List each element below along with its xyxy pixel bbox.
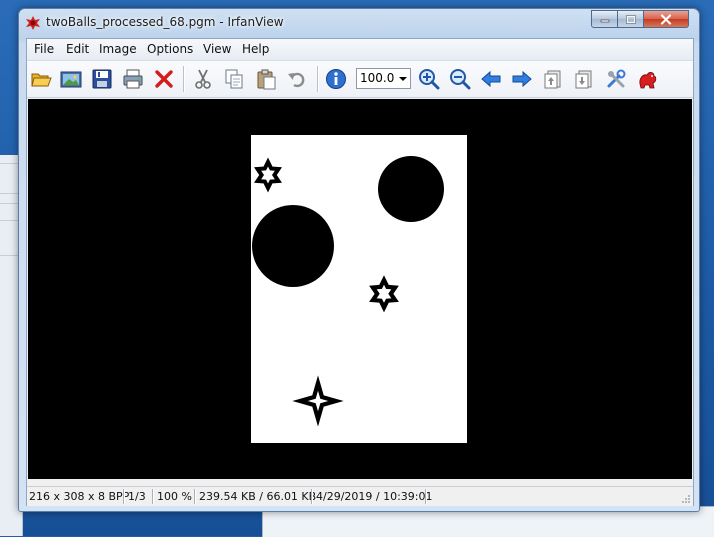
toolbar-separator bbox=[317, 66, 318, 92]
maximize-icon bbox=[625, 14, 636, 24]
client-area: File Edit Image Options View Help 100.0 … bbox=[26, 38, 694, 506]
four-point-star-shape bbox=[292, 375, 344, 427]
status-separator bbox=[311, 489, 312, 504]
cut-icon bbox=[195, 69, 211, 89]
info-icon bbox=[326, 69, 346, 89]
next-icon bbox=[512, 70, 532, 88]
status-dimensions: 216 x 308 x 8 BPP bbox=[29, 490, 130, 503]
zoom-in-button[interactable] bbox=[417, 67, 441, 91]
menu-options[interactable]: Options bbox=[147, 42, 193, 56]
info-button[interactable] bbox=[324, 67, 348, 91]
undo-button[interactable] bbox=[285, 67, 309, 91]
close-button[interactable] bbox=[643, 10, 689, 28]
toolbar: 100.0 bbox=[27, 61, 693, 98]
undo-icon bbox=[288, 72, 305, 88]
menu-image[interactable]: Image bbox=[99, 42, 137, 56]
menu-edit[interactable]: Edit bbox=[66, 42, 89, 56]
cut-button[interactable] bbox=[191, 67, 215, 91]
settings-button[interactable] bbox=[604, 67, 628, 91]
zoom-in-icon bbox=[419, 69, 440, 90]
settings-icon bbox=[607, 69, 626, 88]
slideshow-button[interactable] bbox=[59, 67, 83, 91]
small-star-shape bbox=[254, 157, 282, 193]
irfanview-logo-button[interactable] bbox=[635, 67, 659, 91]
delete-icon bbox=[155, 70, 173, 88]
print-icon bbox=[123, 69, 143, 89]
slideshow-icon bbox=[60, 71, 82, 88]
chevron-down-icon[interactable] bbox=[399, 77, 407, 81]
irfanview-logo-icon bbox=[639, 72, 657, 89]
zoom-value: 100.0 bbox=[360, 71, 395, 85]
menu-help[interactable]: Help bbox=[242, 42, 269, 56]
first-page-icon bbox=[544, 70, 561, 89]
print-button[interactable] bbox=[121, 67, 145, 91]
maximize-button[interactable] bbox=[617, 10, 644, 28]
minimize-button[interactable] bbox=[591, 10, 618, 28]
status-zoom: 100 % bbox=[157, 490, 192, 503]
toolbar-separator bbox=[183, 66, 184, 92]
status-page: 1/3 bbox=[128, 490, 146, 503]
copy-icon bbox=[225, 69, 243, 89]
paste-icon bbox=[257, 69, 276, 90]
minimize-icon bbox=[600, 19, 609, 23]
irfanview-window: twoBalls_processed_68.pgm - IrfanView Fi… bbox=[18, 8, 700, 512]
status-file-size: 239.54 KB / 66.01 KB bbox=[199, 490, 317, 503]
open-icon bbox=[31, 73, 52, 87]
middle-star-shape bbox=[369, 275, 399, 313]
status-separator bbox=[123, 489, 124, 504]
menu-view[interactable]: View bbox=[203, 42, 231, 56]
close-icon bbox=[660, 13, 672, 25]
zoom-combobox[interactable]: 100.0 bbox=[356, 68, 411, 89]
upper-ball bbox=[378, 156, 444, 222]
resize-grip-icon[interactable] bbox=[681, 494, 691, 504]
open-button[interactable] bbox=[29, 67, 53, 91]
displayed-image bbox=[251, 135, 467, 443]
previous-icon bbox=[481, 70, 501, 88]
large-ball bbox=[252, 205, 334, 287]
window-title: twoBalls_processed_68.pgm - IrfanView bbox=[46, 15, 284, 29]
delete-button[interactable] bbox=[152, 67, 176, 91]
zoom-out-button[interactable] bbox=[448, 67, 472, 91]
first-page-button[interactable] bbox=[541, 67, 565, 91]
copy-button[interactable] bbox=[222, 67, 246, 91]
status-separator bbox=[152, 489, 153, 504]
status-bar: 216 x 308 x 8 BPP 1/3 100 % 239.54 KB / … bbox=[27, 486, 693, 506]
last-page-button[interactable] bbox=[572, 67, 596, 91]
menu-bar: File Edit Image Options View Help bbox=[27, 39, 693, 61]
irfanview-app-icon[interactable] bbox=[25, 15, 41, 31]
status-separator bbox=[425, 489, 426, 504]
last-page-icon bbox=[575, 70, 592, 89]
image-viewport[interactable] bbox=[28, 99, 692, 479]
image-content bbox=[252, 156, 444, 427]
paste-button[interactable] bbox=[254, 67, 278, 91]
save-icon bbox=[92, 69, 112, 89]
save-button[interactable] bbox=[90, 67, 114, 91]
previous-button[interactable] bbox=[479, 67, 503, 91]
next-button[interactable] bbox=[510, 67, 534, 91]
zoom-out-icon bbox=[450, 69, 471, 90]
title-bar[interactable]: twoBalls_processed_68.pgm - IrfanView bbox=[19, 9, 699, 37]
status-datetime: 4/29/2019 / 10:39:01 bbox=[316, 490, 433, 503]
menu-file[interactable]: File bbox=[34, 42, 54, 56]
status-separator bbox=[194, 489, 195, 504]
